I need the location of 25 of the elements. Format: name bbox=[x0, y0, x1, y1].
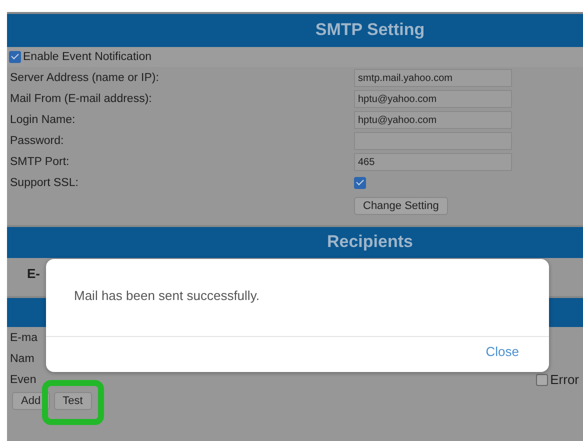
field-label: Password: bbox=[10, 134, 65, 146]
dialog-message: Mail has been sent successfully. bbox=[46, 259, 549, 337]
field-label: Login Name: bbox=[10, 114, 76, 126]
checkbox[interactable] bbox=[354, 176, 366, 188]
input-field[interactable]: hptu@yahoo.com bbox=[354, 110, 512, 128]
input-field[interactable]: hptu@yahoo.com bbox=[354, 90, 512, 108]
field-label: Server Address (name or IP): bbox=[10, 72, 160, 84]
change-setting-button[interactable]: Change Setting bbox=[354, 197, 448, 215]
column-header: E- bbox=[27, 266, 40, 280]
field-label: Support SSL: bbox=[10, 176, 80, 188]
checkbox[interactable] bbox=[9, 51, 21, 63]
close-button[interactable]: Close bbox=[484, 342, 521, 361]
section-header: SMTP Setting bbox=[7, 12, 583, 47]
field-label: Nam bbox=[10, 352, 36, 364]
input-field[interactable]: 465 bbox=[354, 152, 512, 170]
form-button[interactable]: Test bbox=[54, 392, 92, 410]
input-field[interactable]: smtp.mail.yahoo.com bbox=[354, 68, 512, 86]
field-label: Even bbox=[10, 374, 38, 386]
checkbox-label: Error bbox=[550, 372, 579, 387]
checkbox[interactable] bbox=[536, 374, 548, 386]
field-label: E-ma bbox=[10, 332, 38, 344]
field-label: Mail From (E-mail address): bbox=[10, 92, 153, 104]
checkbox-label: Enable Event Notification bbox=[23, 51, 152, 63]
field-label: SMTP Port: bbox=[10, 156, 70, 168]
section-header: Recipients bbox=[7, 225, 583, 258]
